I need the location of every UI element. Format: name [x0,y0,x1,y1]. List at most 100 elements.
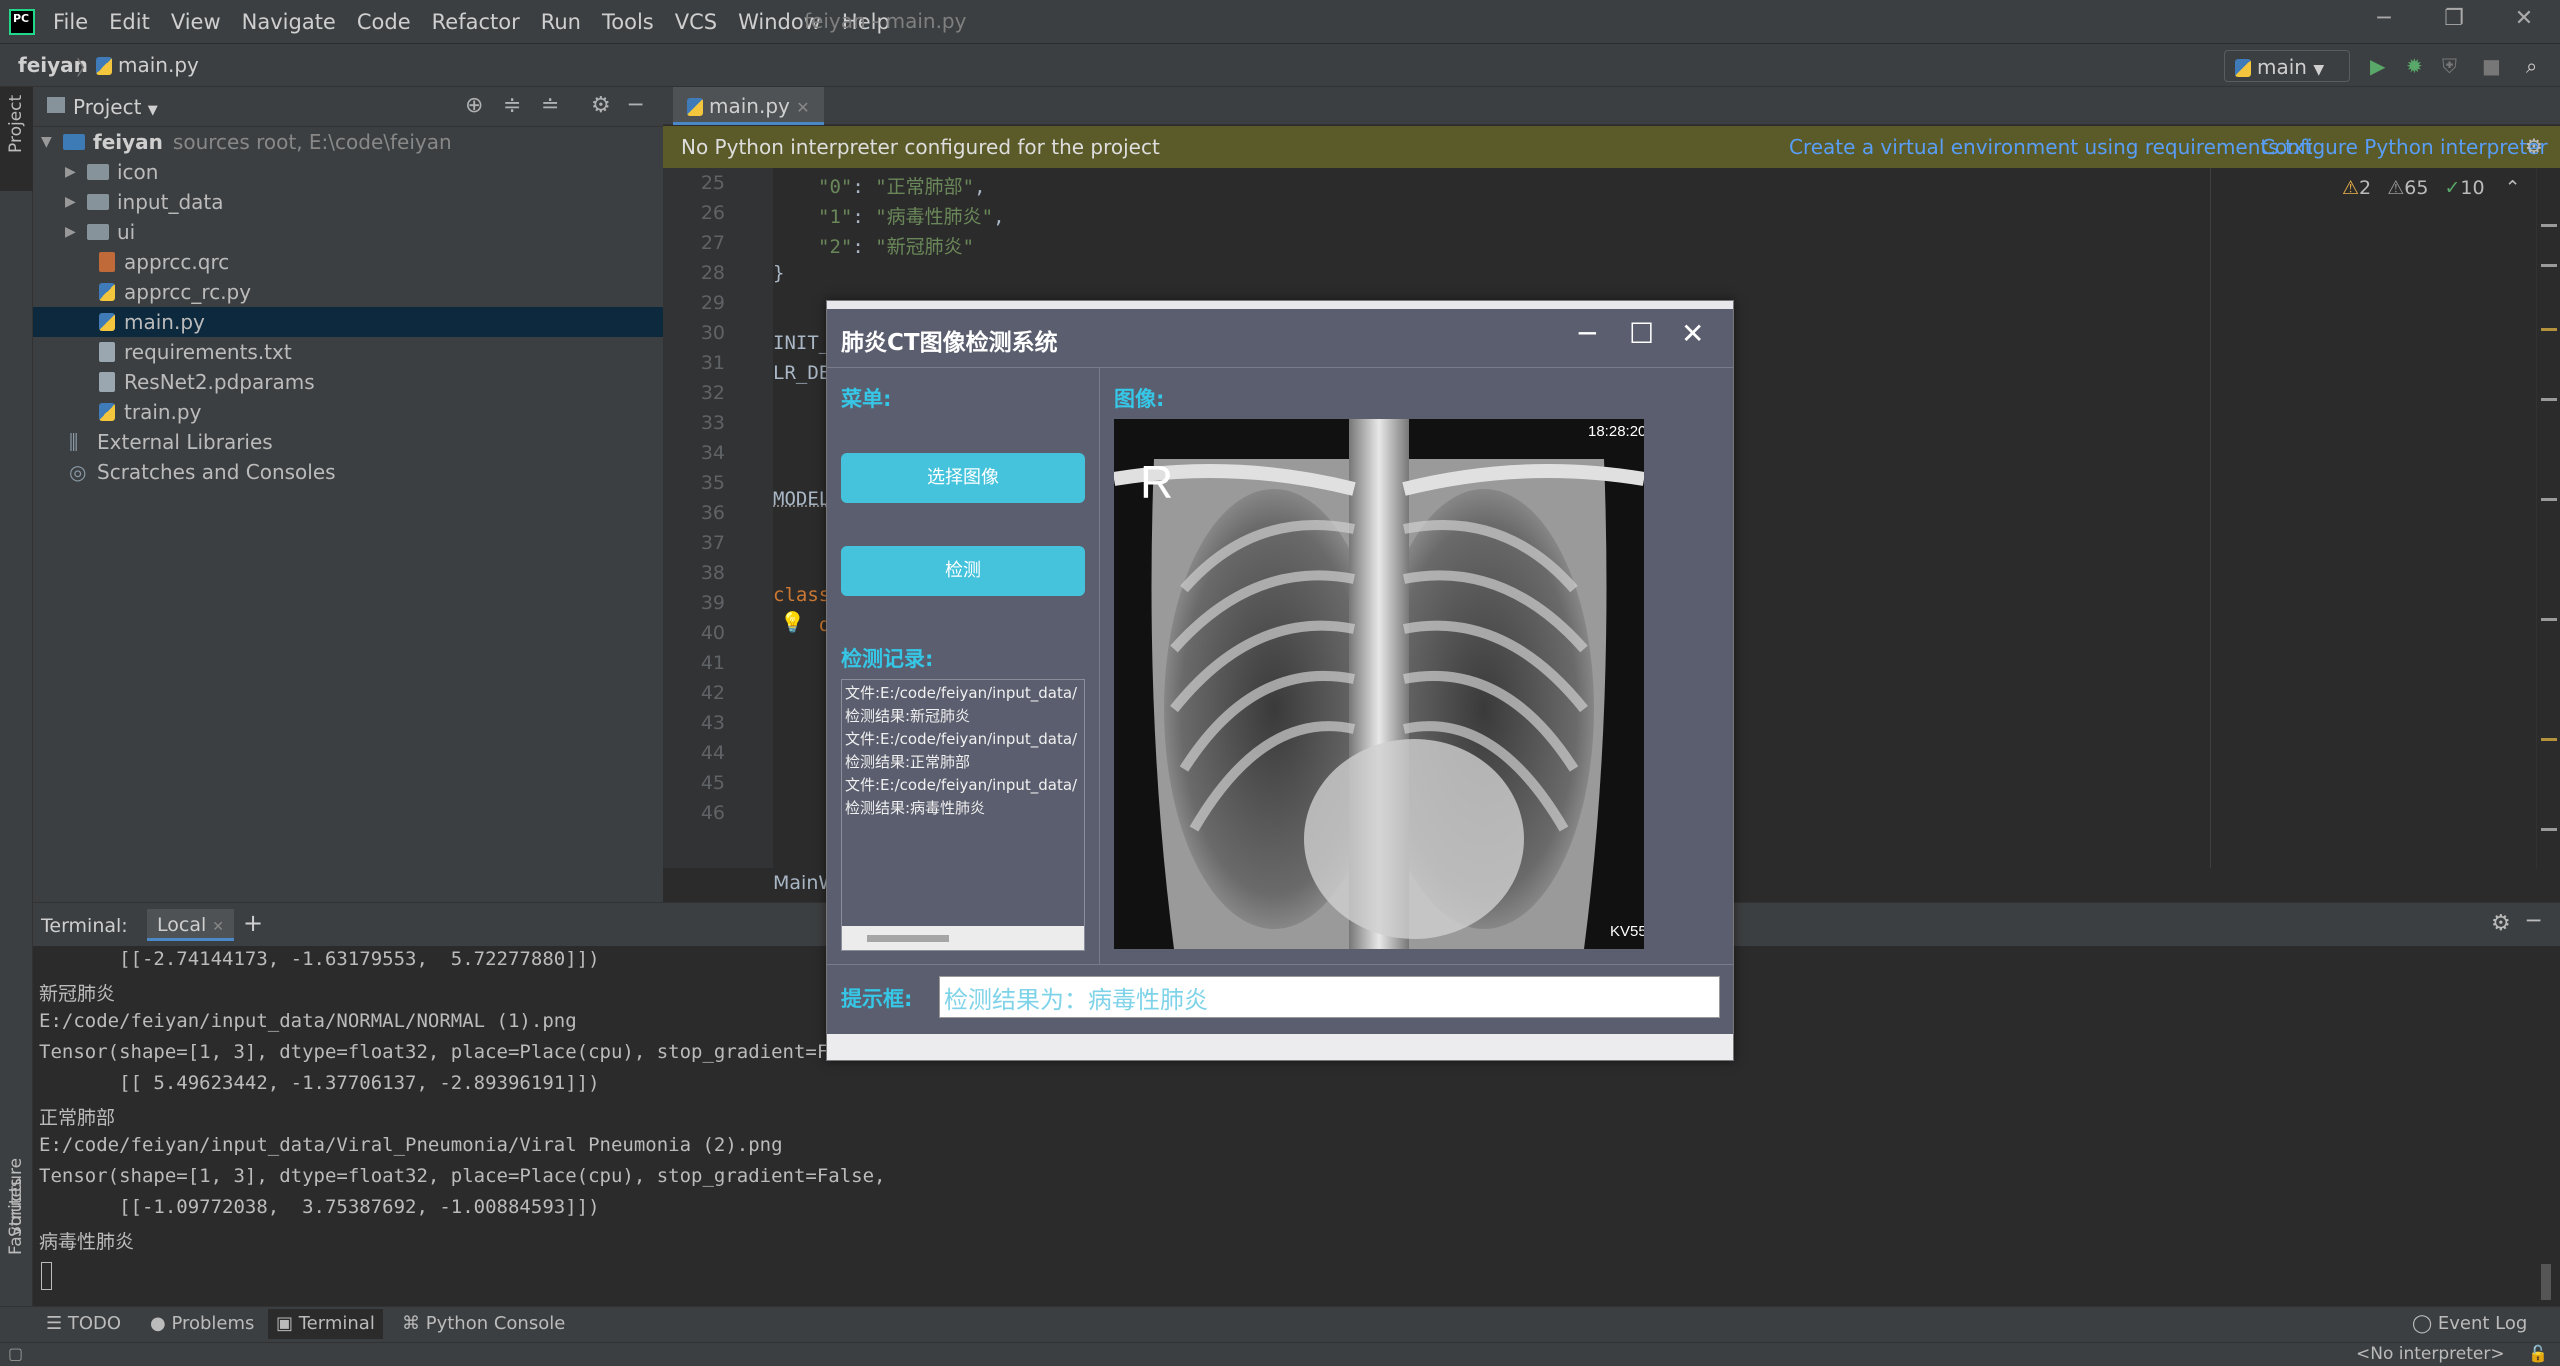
bulb-icon[interactable]: 💡 [780,610,805,634]
text-file-icon [99,342,115,362]
tree-item-requirements[interactable]: requirements.txt [33,337,663,367]
tab-main-py[interactable]: main.py ✕ [673,87,824,125]
search-icon[interactable]: ⌕ [2526,54,2537,78]
hide-icon[interactable]: ─ [2527,909,2540,934]
hide-icon[interactable]: ─ [629,93,642,118]
chevron-up-icon[interactable]: ⌃ [2505,177,2521,199]
restore-icon[interactable]: ❐ [2434,6,2474,36]
project-tool-label[interactable]: Project [6,95,26,153]
stripe-mark [2541,398,2557,401]
records-list[interactable]: 文件:E:/code/feiyan/input_data/ 检测结果:新冠肺炎 … [841,679,1085,951]
interpreter-status[interactable]: <No interpreter> [2356,1344,2505,1364]
locate-icon[interactable]: ⊕ [465,93,483,118]
typo-icon: ✓ [2444,177,2461,199]
menu-view[interactable]: View [171,10,221,34]
tree-item-resnet-params[interactable]: ResNet2.pdparams [33,367,663,397]
problems-tool-tab[interactable]: ● Problems [150,1313,254,1334]
gear-icon[interactable]: ⚙ [591,93,611,118]
todo-tool-tab[interactable]: ☰ TODO [46,1313,121,1334]
menu-tools[interactable]: Tools [602,10,654,34]
collapse-all-icon[interactable]: ≐ [541,93,559,118]
terminal-scrollbar[interactable] [2541,1264,2551,1300]
event-log-label: Event Log [2437,1313,2528,1334]
gear-icon[interactable]: ⚙ [2525,134,2543,158]
terminal-tab-local[interactable]: Local ✕ [147,909,235,941]
select-image-button[interactable]: 选择图像 [841,453,1085,503]
coverage-icon[interactable]: ⛨ [2442,54,2457,78]
nav-chevron-icon: 〉 [76,56,96,80]
menu-edit[interactable]: Edit [109,10,150,34]
configure-interpreter-link[interactable]: Configure Python interpreter [2261,135,2548,159]
tree-item-apprcc-rc[interactable]: apprcc_rc.py [33,277,663,307]
scrollbar-thumb[interactable] [867,935,949,942]
terminal-tool-tab[interactable]: ▣ Terminal [268,1309,383,1339]
menu-code[interactable]: Code [357,10,411,34]
xray-timestamp: 18:28:20 [1588,423,1644,440]
run-config-label: main [2257,55,2307,79]
run-config-selector[interactable]: main ▼ [2224,50,2350,82]
stop-icon[interactable]: ■ [2482,54,2501,78]
tree-item-label: input_data [117,190,224,214]
tree-root[interactable]: ▼ feiyan sources root, E:\code\feiyan [33,127,663,157]
tree-item-input-data[interactable]: ▶ input_data [33,187,663,217]
code-line-28: } [773,262,785,284]
folder-icon [87,224,109,240]
menu-refactor[interactable]: Refactor [432,10,520,34]
nav-file[interactable]: main.py [96,53,199,77]
hint-output-field[interactable]: 检测结果为：病毒性肺炎 [939,976,1720,1018]
menu-run[interactable]: Run [541,10,581,34]
dialog-title: 肺炎CT图像检测系统 [841,330,1058,356]
tree-item-icon[interactable]: ▶ icon [33,157,663,187]
dialog-close-icon[interactable]: ✕ [1681,317,1704,350]
dialog-maximize-icon[interactable]: ☐ [1629,317,1654,350]
code-line-26: "1": "病毒性肺炎", [818,206,1005,228]
line-number: 34 [700,442,725,464]
tree-item-external-libraries[interactable]: ⫼ External Libraries [33,427,663,457]
layout-icon[interactable]: ▢ [8,1344,23,1363]
records-horizontal-scrollbar[interactable] [842,926,1084,950]
detect-button[interactable]: 检测 [841,546,1085,596]
menu-vcs[interactable]: VCS [675,10,717,34]
dialog-status-strip [827,1034,1733,1060]
typo-count: 10 [2460,177,2485,199]
tree-item-scratches[interactable]: ◎ Scratches and Consoles [33,457,663,487]
close-tab-icon[interactable]: ✕ [212,919,224,935]
line-number: 36 [700,502,725,524]
python-file-icon [687,98,703,116]
favorites-tool-label[interactable]: Favorites [6,1178,26,1255]
python-console-tool-tab[interactable]: ⌘ Python Console [402,1313,565,1334]
stripe-mark [2541,328,2557,331]
run-icon[interactable]: ▶ [2370,54,2385,78]
chevron-down-icon: ▼ [41,134,52,150]
add-terminal-icon[interactable]: + [243,909,263,937]
close-tab-icon[interactable]: ✕ [796,98,809,117]
expand-all-icon[interactable]: ≑ [503,93,521,118]
inspection-widget[interactable]: ⚠2 ⚠65 ✓10 ⌃ ⌄ [2342,177,2555,199]
gear-icon[interactable]: ⚙ [2491,911,2511,936]
dialog-minimize-icon[interactable]: ─ [1579,317,1596,350]
tree-item-main-py[interactable]: main.py [33,307,663,337]
event-log-tool-tab[interactable]: ◯ Event Log [2412,1313,2527,1334]
tree-item-label: External Libraries [97,430,273,454]
menu-file[interactable]: File [53,10,88,34]
terminal-line: 病毒性肺炎 [39,1231,135,1253]
error-stripe[interactable] [2536,168,2560,868]
folder-icon [87,164,109,180]
line-number: 30 [700,322,725,344]
tree-item-apprcc-qrc[interactable]: apprcc.qrc [33,247,663,277]
window-title: feiyan - main.py [804,9,967,33]
stripe-mark [2541,264,2557,267]
debug-icon[interactable]: ✹ [2406,54,2423,78]
minimize-icon[interactable]: ─ [2364,6,2404,36]
tree-item-train-py[interactable]: train.py [33,397,663,427]
tree-item-ui[interactable]: ▶ ui [33,217,663,247]
close-icon[interactable]: ✕ [2504,6,2544,36]
create-venv-link[interactable]: Create a virtual environment using requi… [1789,135,2313,159]
project-panel-title[interactable]: Project ▼ [73,95,158,119]
python-file-icon [99,403,115,421]
menu-navigate[interactable]: Navigate [242,10,336,34]
record-line: 检测结果:病毒性肺炎 [845,799,986,817]
folder-icon [87,194,109,210]
tree-item-label: main.py [124,310,205,334]
lock-icon[interactable]: 🔓 [2528,1344,2548,1363]
